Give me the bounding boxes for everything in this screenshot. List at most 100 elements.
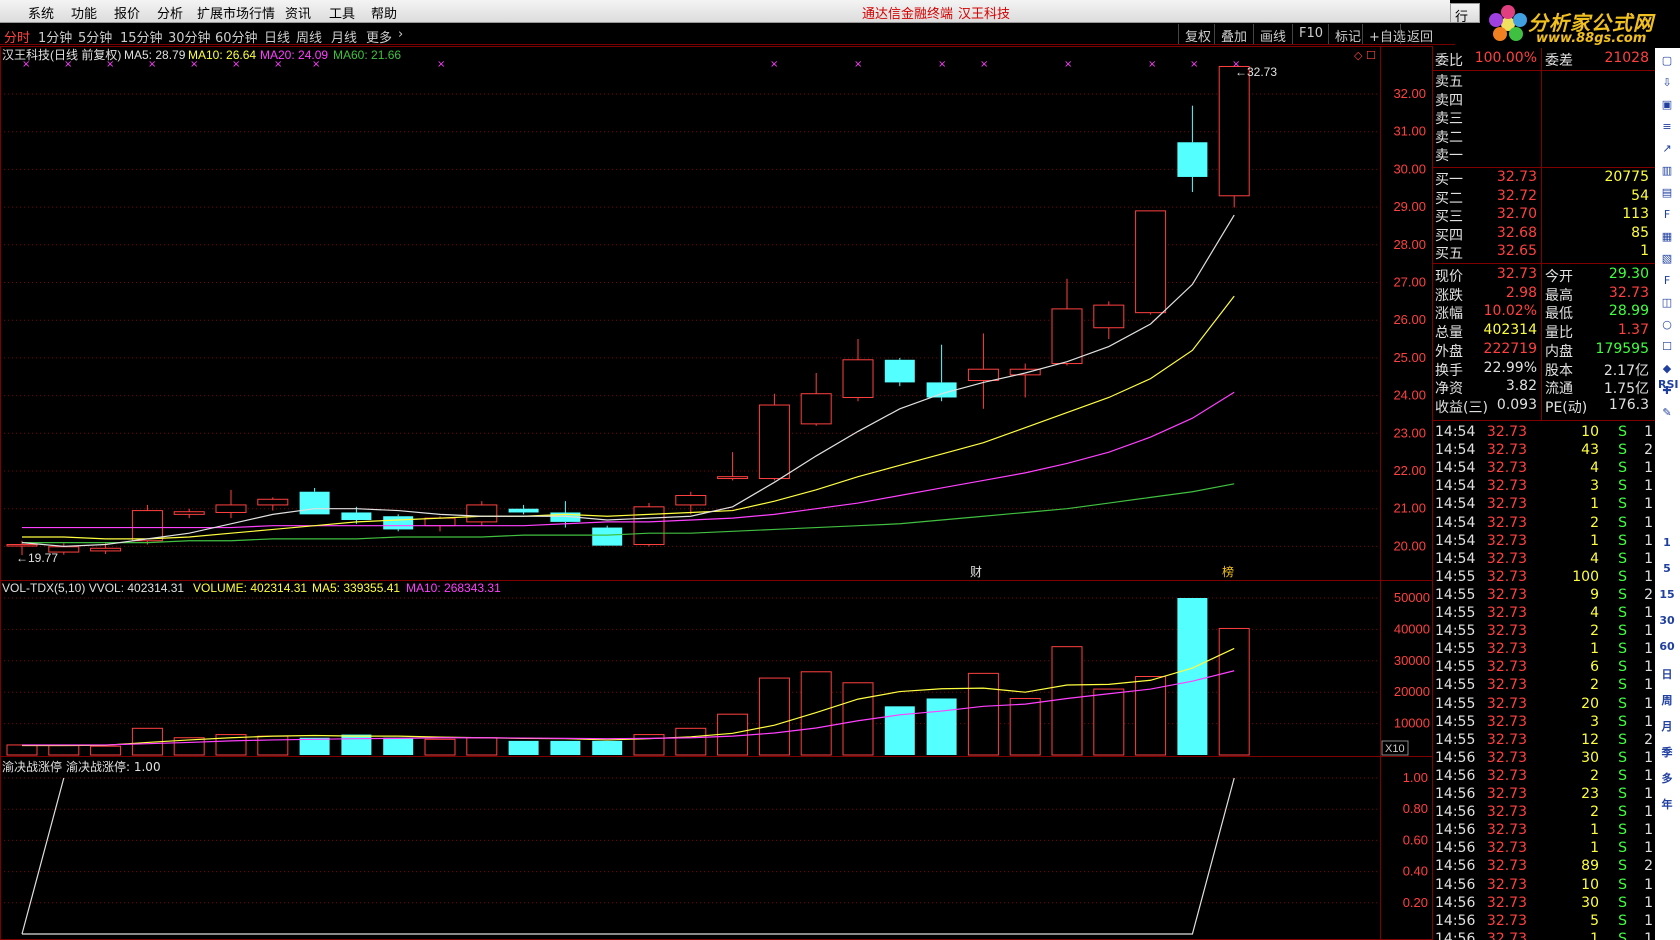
tick-volume: 43 (1581, 442, 1599, 459)
tick-price: 32.73 (1486, 623, 1527, 640)
tick-row: 14:55 32.73 9 S 2 (1433, 587, 1655, 605)
side-toolbar: ▢ ⇩ ▣ ≡ ↗ ▥ ▤ F ▦ ▧ F ◫ ○ ☐ ◆ ✚ ✎ RSI 1 5 15 30 60 日周月季多年 (1655, 48, 1680, 940)
quote-label: 涨跌 (1435, 287, 1463, 304)
tick-count: 1 (1644, 550, 1653, 567)
logo-url: www.88gs.com (1536, 31, 1647, 46)
tick-time: 14:54 (1435, 478, 1476, 495)
side-tool-icon[interactable]: ⇩ (1658, 76, 1676, 92)
side-period-button[interactable]: 季 (1658, 744, 1676, 760)
tick-price: 32.73 (1486, 731, 1527, 748)
quote-value: 28.99 (1608, 303, 1649, 320)
ma5-line (21, 214, 1235, 548)
buy-price: 32.65 (1496, 243, 1537, 259)
quote-label: 内盘 (1545, 343, 1573, 360)
quote-row: 收益(三) 0.093 PE(动) 176.3 (1433, 397, 1655, 416)
weibi-row: 委比 100.00% 委差 21028 (1433, 50, 1655, 69)
event-marker: × (148, 59, 156, 70)
candle-body (424, 517, 456, 527)
tick-time: 14:56 (1435, 767, 1476, 784)
tick-row: 14:56 32.73 30 S 1 (1433, 895, 1655, 913)
chart-frame (0, 46, 1433, 940)
rank-marker[interactable]: 榜 (1222, 564, 1234, 579)
volume-bar (675, 727, 707, 756)
side-tool-icon[interactable]: ▣ (1658, 98, 1676, 114)
side-period-button[interactable]: 周 (1658, 692, 1676, 708)
tick-side: S (1618, 550, 1627, 567)
tick-row: 14:56 32.73 5 S 1 (1433, 913, 1655, 931)
tick-price: 32.73 (1486, 858, 1527, 875)
tick-time: 14:56 (1435, 894, 1476, 911)
tick-count: 1 (1644, 496, 1653, 513)
side-tool-icon[interactable]: ▦ (1658, 230, 1676, 246)
tick-row: 14:56 32.73 2 S 1 (1433, 768, 1655, 786)
side-tool-icon[interactable]: ▧ (1658, 252, 1676, 268)
side-tool-icon[interactable]: ✎ (1658, 406, 1676, 422)
side-tool-icon[interactable]: ◫ (1658, 296, 1676, 312)
tick-row: 14:55 32.73 1 S 1 (1433, 641, 1655, 659)
tick-price: 32.73 (1486, 804, 1527, 821)
quote-label: 现价 (1435, 269, 1463, 285)
quote-label: 外盘 (1435, 343, 1463, 360)
side-tool-icon[interactable]: ▢ (1658, 54, 1676, 70)
event-marker: × (1064, 59, 1072, 70)
ind-tick: 0.60 (1403, 832, 1428, 847)
finance-marker[interactable]: 财 (970, 565, 982, 579)
weicha-value: 21028 (1604, 50, 1649, 66)
side-tool-icon[interactable]: ↗ (1658, 142, 1676, 158)
tick-time: 14:56 (1435, 876, 1476, 893)
tick-price: 32.73 (1486, 641, 1527, 658)
side-period-button[interactable]: 日 (1658, 666, 1676, 682)
side-tool-icon[interactable]: ◆ (1658, 362, 1676, 378)
vol-unit: X10 (1385, 743, 1405, 755)
chart-area[interactable]: 32.00 31.00 30.00 29.00 28.00 27.00 26.00 25.00… (0, 0, 1433, 940)
quote-label: 股本 (1545, 362, 1573, 379)
side-tool-icon[interactable]: F (1658, 208, 1676, 224)
side-period-button[interactable]: 1 (1658, 536, 1676, 552)
side-tool-icon[interactable]: ≡ (1658, 120, 1676, 136)
trade-button[interactable]: 行 (1450, 3, 1480, 25)
volume-bar (1218, 627, 1250, 756)
price-tick: 30.00 (1393, 161, 1426, 176)
tick-price: 32.73 (1486, 460, 1527, 477)
side-period-button[interactable]: 30 (1658, 614, 1676, 630)
quote-row: 现价 32.73 今开 29.30 (1433, 266, 1655, 285)
side-tool-icon[interactable]: F (1658, 274, 1676, 290)
quote-label: PE(动) (1545, 399, 1588, 416)
tick-price: 32.73 (1486, 677, 1527, 694)
event-marker: × (106, 59, 114, 70)
side-period-button[interactable]: 60 (1658, 640, 1676, 656)
tick-count: 2 (1644, 858, 1653, 875)
price-tick: 25.00 (1393, 350, 1426, 365)
side-period-button[interactable]: 月 (1658, 718, 1676, 734)
tick-volume: 9 (1590, 586, 1599, 603)
quote-value: 2.17亿 (1603, 362, 1649, 379)
buy-row: 买三 32.70 113 (1433, 206, 1655, 225)
restore-icon[interactable]: ◇ ☐ (1354, 49, 1376, 62)
candle-body (1093, 304, 1125, 329)
side-period-button[interactable]: 15 (1658, 588, 1676, 604)
tick-count: 1 (1644, 822, 1653, 839)
side-tool-icon[interactable]: ○ (1658, 318, 1676, 334)
tick-price: 32.73 (1486, 424, 1527, 440)
volume-bar (257, 735, 289, 756)
price-tick: 20.00 (1393, 538, 1426, 553)
quote-label: 最低 (1545, 306, 1573, 323)
side-tool-icon[interactable]: ▤ (1658, 186, 1676, 202)
tick-volume: 1 (1590, 532, 1599, 549)
side-tool-icon[interactable]: ▥ (1658, 164, 1676, 180)
tick-row: 14:54 32.73 4 S 1 (1433, 551, 1655, 569)
event-marker: × (274, 59, 282, 70)
event-marker: × (64, 59, 72, 70)
side-tool-icon[interactable]: ☐ (1658, 340, 1676, 356)
tick-time: 14:55 (1435, 659, 1476, 676)
quote-row: 换手 22.99% 股本 2.17亿 (1433, 360, 1655, 379)
quote-row: 涨跌 2.98 最高 32.73 (1433, 285, 1655, 304)
tick-count: 1 (1644, 695, 1653, 712)
side-period-button[interactable]: 5 (1658, 562, 1676, 578)
side-period-button[interactable]: 多 (1658, 770, 1676, 786)
event-marker: × (232, 59, 240, 70)
candle-body (383, 516, 414, 530)
side-period-button[interactable]: 年 (1658, 796, 1676, 812)
side-period-button[interactable]: RSI (1658, 378, 1679, 394)
quote-panel: 委比 100.00% 委差 21028 卖五 卖四 卖三 卖二 卖一 买一 32.73 20775 买二… (1433, 48, 1655, 940)
